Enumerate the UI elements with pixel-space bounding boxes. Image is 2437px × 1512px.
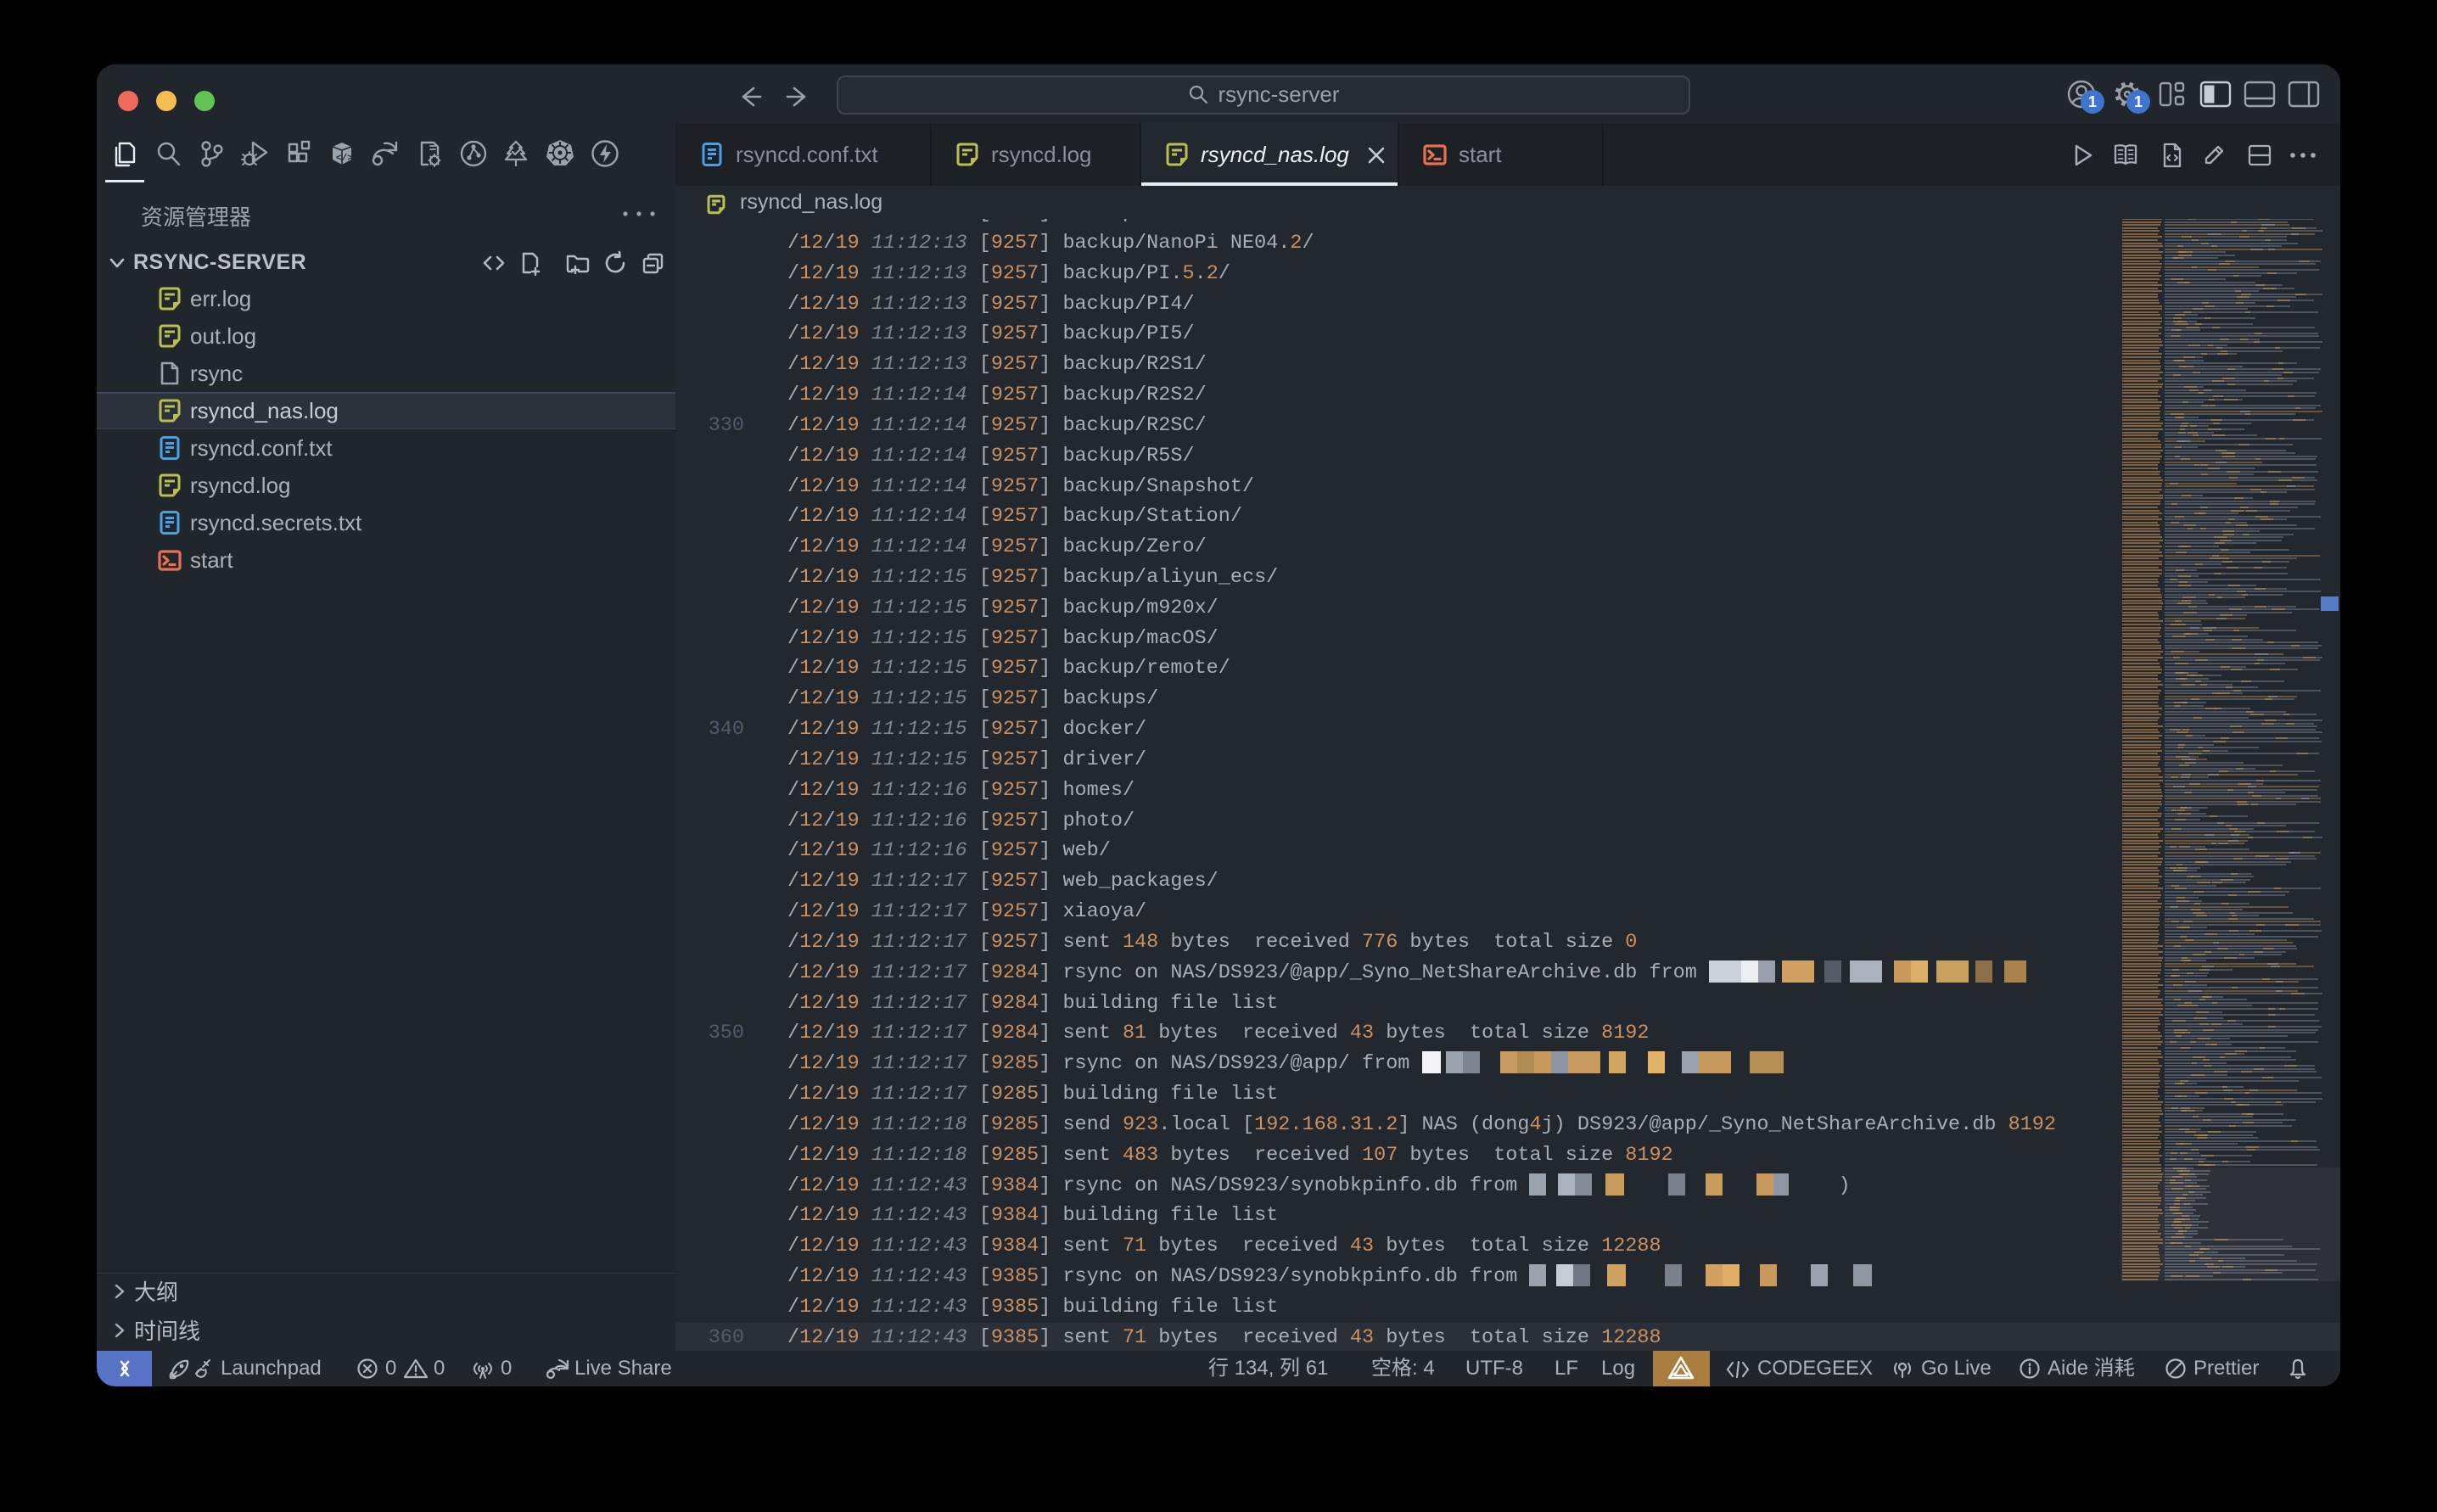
svg-text:</>: </>	[336, 154, 353, 164]
